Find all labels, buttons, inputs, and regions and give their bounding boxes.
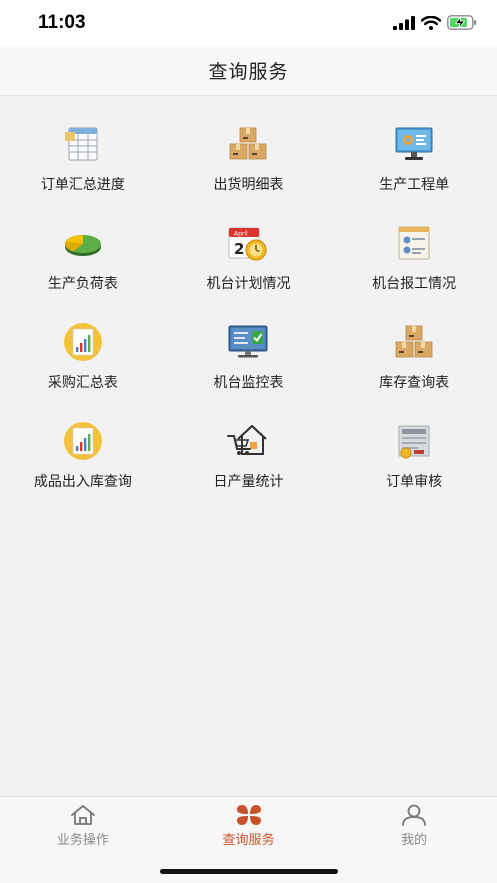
bottom-tab-bar: 业务操作 查询服务 我的 bbox=[0, 796, 497, 852]
menu-item-order-summary-progress[interactable]: 订单汇总进度 bbox=[0, 96, 166, 195]
monitor-check-icon bbox=[226, 320, 270, 364]
bar-report-icon bbox=[61, 320, 105, 364]
wifi-icon bbox=[421, 15, 441, 30]
menu-item-order-audit[interactable]: 订单审核 bbox=[331, 393, 497, 492]
home-indicator-area bbox=[0, 852, 497, 883]
tab-label: 我的 bbox=[401, 833, 428, 848]
menu-item-label: 库存查询表 bbox=[379, 375, 450, 391]
menu-item-purchase-summary[interactable]: 采购汇总表 bbox=[0, 294, 166, 393]
menu-item-label: 生产负荷表 bbox=[47, 276, 118, 292]
menu-item-production-work-order[interactable]: 生产工程单 bbox=[331, 96, 497, 195]
status-time: 11:03 bbox=[38, 12, 86, 33]
calendar-clock-icon: April 2 bbox=[226, 221, 270, 265]
menu-item-label: 订单审核 bbox=[386, 474, 443, 490]
status-bar: 11:03 bbox=[0, 0, 497, 46]
menu-item-finished-goods-inout[interactable]: 成品出入库查询 bbox=[0, 393, 166, 492]
menu-item-label: 采购汇总表 bbox=[47, 375, 118, 391]
tab-business-operations[interactable]: 业务操作 bbox=[0, 797, 166, 852]
menu-item-label: 机台计划情况 bbox=[206, 276, 291, 292]
status-icons bbox=[393, 15, 477, 30]
cart-house-icon bbox=[226, 419, 270, 463]
pie-chart-icon bbox=[61, 221, 105, 265]
bar-report-icon bbox=[61, 419, 105, 463]
menu-item-production-load[interactable]: 生产负荷表 bbox=[0, 195, 166, 294]
home-indicator[interactable] bbox=[160, 869, 338, 874]
tab-label: 业务操作 bbox=[56, 833, 109, 848]
tab-profile[interactable]: 我的 bbox=[331, 797, 497, 852]
menu-item-label: 日产量统计 bbox=[213, 474, 284, 490]
menu-item-label: 机台报工情况 bbox=[372, 276, 457, 292]
menu-item-machine-report[interactable]: 机台报工情况 bbox=[331, 195, 497, 294]
menu-item-label: 订单汇总进度 bbox=[40, 177, 125, 193]
clover-icon bbox=[236, 805, 261, 825]
audit-document-icon bbox=[392, 419, 436, 463]
menu-item-shipment-detail[interactable]: 出货明细表 bbox=[166, 96, 332, 195]
svg-text:2: 2 bbox=[234, 240, 244, 258]
tab-label: 查询服务 bbox=[222, 833, 275, 848]
page-title: 查询服务 bbox=[208, 61, 289, 83]
cellular-signal-icon bbox=[393, 15, 415, 30]
person-icon bbox=[402, 804, 427, 826]
menu-item-label: 机台监控表 bbox=[213, 375, 284, 391]
nav-bar: 查询服务 bbox=[0, 46, 497, 96]
boxes-icon bbox=[392, 320, 436, 364]
query-menu-grid: 订单汇总进度 出货明细表 生产工程单 生产负荷表 April 2 机台计划情况 … bbox=[0, 96, 497, 492]
menu-item-label: 出货明细表 bbox=[213, 177, 284, 193]
menu-item-machine-monitor[interactable]: 机台监控表 bbox=[166, 294, 332, 393]
battery-charging-icon bbox=[447, 15, 477, 30]
report-card-icon bbox=[392, 221, 436, 265]
boxes-icon bbox=[226, 122, 270, 166]
menu-item-label: 成品出入库查询 bbox=[33, 474, 132, 490]
menu-item-inventory-query[interactable]: 库存查询表 bbox=[331, 294, 497, 393]
spreadsheet-icon bbox=[61, 122, 105, 166]
tab-query-services[interactable]: 查询服务 bbox=[166, 797, 332, 852]
menu-item-label: 生产工程单 bbox=[379, 177, 450, 193]
menu-item-machine-plan[interactable]: April 2 机台计划情况 bbox=[166, 195, 332, 294]
monitor-gear-icon bbox=[392, 122, 436, 166]
svg-text:April: April bbox=[234, 231, 248, 238]
menu-item-daily-output[interactable]: 日产量统计 bbox=[166, 393, 332, 492]
home-icon bbox=[70, 805, 95, 825]
